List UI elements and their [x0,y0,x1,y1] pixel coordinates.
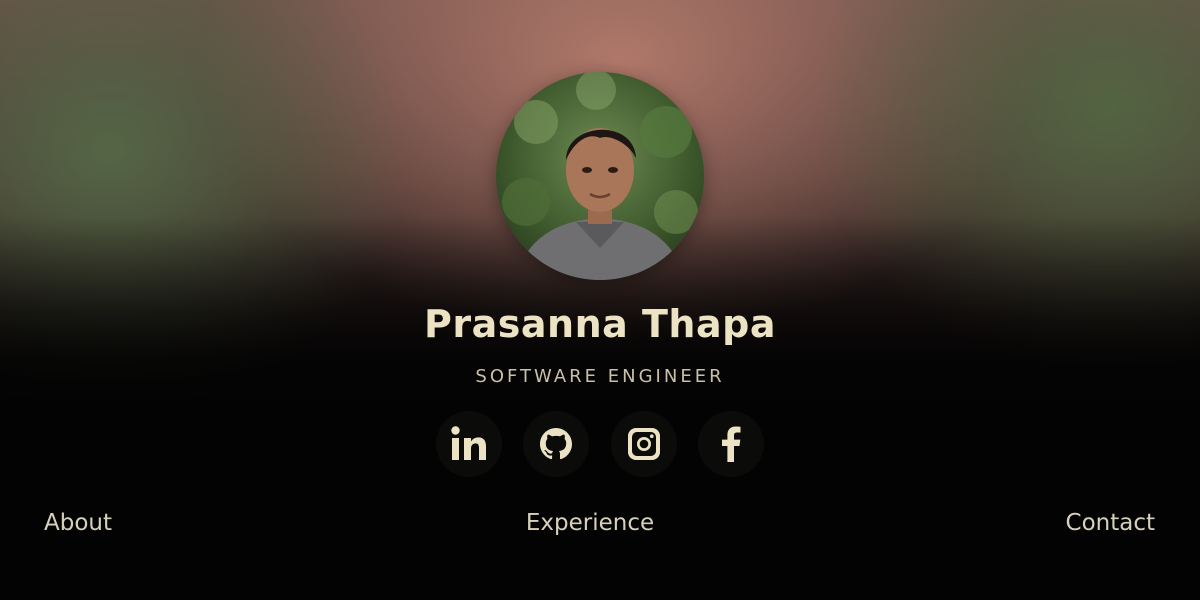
linkedin-icon [451,426,486,460]
social-links [436,411,764,477]
facebook-icon [721,426,741,462]
avatar [496,72,704,280]
nav-contact[interactable]: Contact [1066,510,1155,536]
nav-experience[interactable]: Experience [0,510,1180,536]
facebook-link[interactable] [697,411,764,477]
profile-role: SOFTWARE ENGINEER [475,366,725,387]
instagram-link[interactable] [610,411,677,477]
profile-photo [496,72,704,280]
github-icon [540,428,573,460]
profile-name: Prasanna Thapa [424,302,776,346]
linkedin-link[interactable] [436,411,502,477]
github-link[interactable] [523,411,590,477]
instagram-icon [627,428,660,460]
page: Prasanna Thapa SOFTWARE ENGINEER About E… [0,0,1200,600]
